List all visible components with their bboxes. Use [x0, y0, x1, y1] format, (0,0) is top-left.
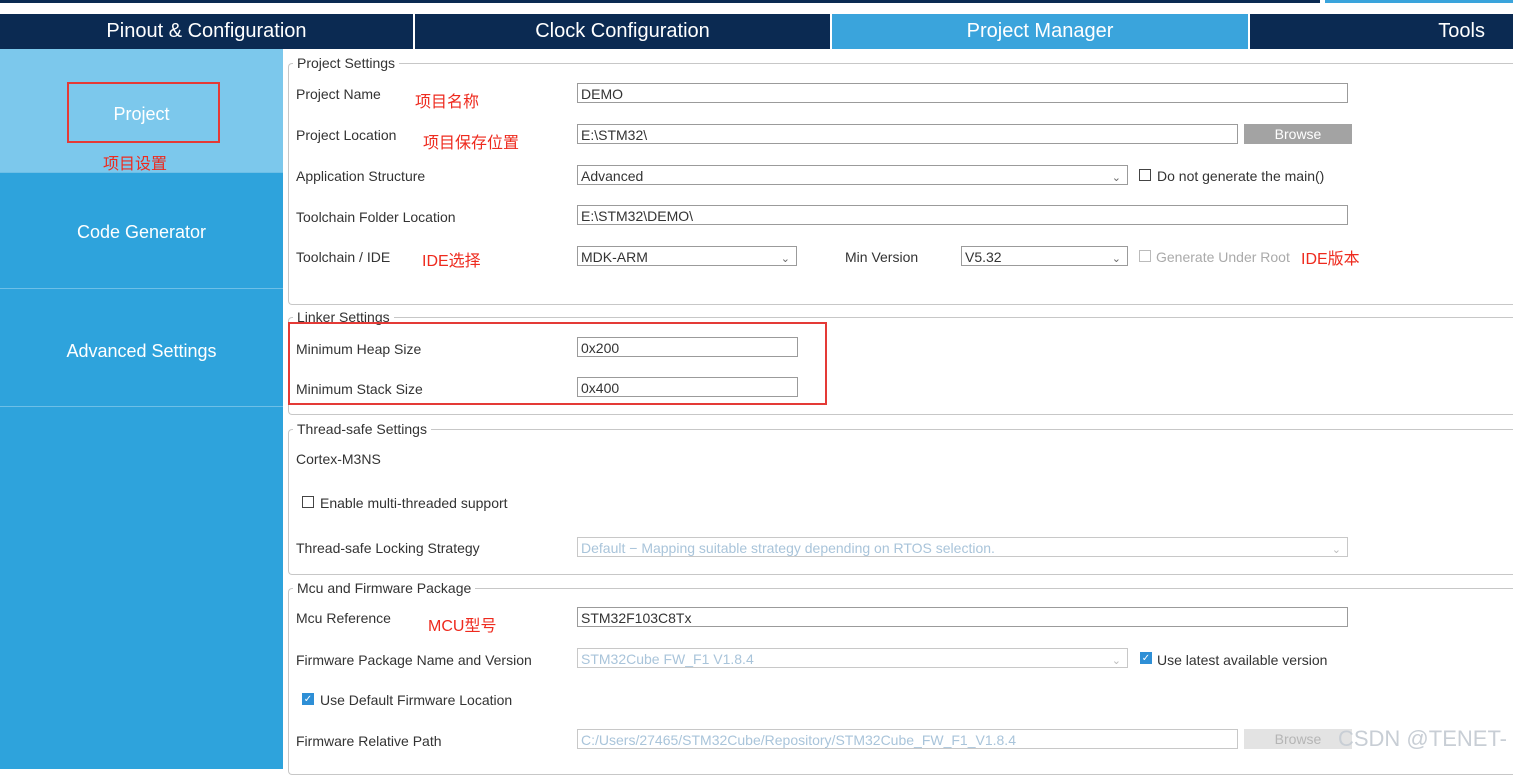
project-settings-annotation: 项目设置: [103, 156, 168, 173]
checkmark-icon: ✓: [303, 694, 313, 705]
multithread-label: Enable multi-threaded support: [320, 495, 508, 511]
linker-highlight-box: [288, 322, 827, 405]
project-settings-legend: Project Settings: [293, 55, 400, 71]
min-version-value: V5.32: [965, 249, 1002, 265]
firmware-name-select[interactable]: STM32Cube FW_F1 V1.8.4 ⌄: [577, 648, 1128, 668]
no-main-checkbox[interactable]: [1139, 169, 1151, 181]
ide-version-annotation: IDE版本: [1301, 251, 1360, 268]
project-location-label: Project Location: [296, 127, 397, 143]
chevron-down-icon: ⌄: [1111, 655, 1121, 667]
firmware-path-label: Firmware Relative Path: [296, 733, 442, 749]
firmware-path-input[interactable]: C:/Users/27465/STM32Cube/Repository/STM3…: [577, 729, 1238, 749]
use-latest-label: Use latest available version: [1157, 652, 1328, 668]
locking-strategy-select[interactable]: Default − Mapping suitable strategy depe…: [577, 537, 1348, 557]
top-strip-line: [0, 0, 1320, 3]
firmware-path-browse-button[interactable]: Browse: [1244, 729, 1352, 749]
default-firmware-location-label: Use Default Firmware Location: [320, 692, 513, 708]
thread-safe-legend: Thread-safe Settings: [293, 421, 431, 437]
chevron-down-icon: ⌄: [1111, 172, 1121, 184]
project-highlight-box: [67, 82, 220, 143]
tab-clock-configuration[interactable]: Clock Configuration: [415, 14, 830, 49]
sidebar-item-advanced-settings[interactable]: Advanced Settings: [0, 289, 283, 407]
firmware-name-value: STM32Cube FW_F1 V1.8.4: [581, 651, 754, 667]
generate-under-root-checkbox[interactable]: [1139, 250, 1151, 262]
toolchain-ide-select[interactable]: MDK-ARM ⌄: [577, 246, 797, 266]
chevron-down-icon: ⌄: [780, 253, 790, 265]
mcu-reference-input[interactable]: STM32F103C8Tx: [577, 607, 1348, 627]
mcu-reference-label: Mcu Reference: [296, 610, 391, 626]
checkmark-icon: ✓: [1141, 653, 1151, 664]
sidebar-item-label: Advanced Settings: [66, 341, 217, 361]
mcu-annotation: MCU型号: [428, 618, 497, 635]
tab-project-manager[interactable]: Project Manager: [832, 14, 1248, 49]
toolchain-folder-label: Toolchain Folder Location: [296, 209, 456, 225]
application-structure-label: Application Structure: [296, 168, 426, 184]
no-main-label: Do not generate the main(): [1157, 168, 1325, 184]
core-label: Cortex-M3NS: [296, 451, 381, 467]
tab-pinout-configuration[interactable]: Pinout & Configuration: [0, 14, 413, 49]
generate-under-root-label: Generate Under Root: [1156, 249, 1290, 265]
project-name-annotation: 项目名称: [415, 94, 480, 111]
project-name-input[interactable]: DEMO: [577, 83, 1348, 103]
locking-strategy-label: Thread-safe Locking Strategy: [296, 540, 480, 556]
mcu-firmware-legend: Mcu and Firmware Package: [293, 580, 476, 596]
chevron-down-icon: ⌄: [1111, 253, 1121, 265]
chevron-down-icon: ⌄: [1331, 544, 1341, 556]
project-location-input[interactable]: E:\STM32\: [577, 124, 1238, 144]
tab-tools-label: Tools: [1438, 20, 1485, 42]
top-strip-accent: [1325, 0, 1513, 3]
min-version-select[interactable]: V5.32 ⌄: [961, 246, 1128, 266]
use-latest-checkbox[interactable]: ✓: [1140, 652, 1152, 664]
min-version-label: Min Version: [845, 249, 919, 265]
application-structure-value: Advanced: [581, 168, 644, 184]
tab-tools[interactable]: Tools: [1250, 14, 1513, 49]
ide-annotation: IDE选择: [422, 253, 481, 270]
toolchain-ide-value: MDK-ARM: [581, 249, 648, 265]
toolchain-ide-label: Toolchain / IDE: [296, 249, 391, 265]
project-name-label: Project Name: [296, 86, 381, 102]
application-structure-select[interactable]: Advanced ⌄: [577, 165, 1128, 185]
project-location-annotation: 项目保存位置: [423, 135, 520, 152]
top-strip: [0, 0, 1513, 14]
multithread-checkbox[interactable]: [302, 496, 314, 508]
sidebar-item-code-generator[interactable]: Code Generator: [0, 173, 283, 289]
watermark: CSDN @TENET-: [1337, 726, 1507, 751]
project-location-browse-button[interactable]: Browse: [1244, 124, 1352, 144]
toolchain-folder-input[interactable]: E:\STM32\DEMO\: [577, 205, 1348, 225]
main-tab-bar: Pinout & Configuration Clock Configurati…: [0, 14, 1513, 49]
default-firmware-location-checkbox[interactable]: ✓: [302, 693, 314, 705]
locking-strategy-value: Default − Mapping suitable strategy depe…: [581, 540, 995, 556]
sidebar-item-label: Code Generator: [76, 222, 207, 242]
firmware-name-label: Firmware Package Name and Version: [296, 652, 532, 668]
